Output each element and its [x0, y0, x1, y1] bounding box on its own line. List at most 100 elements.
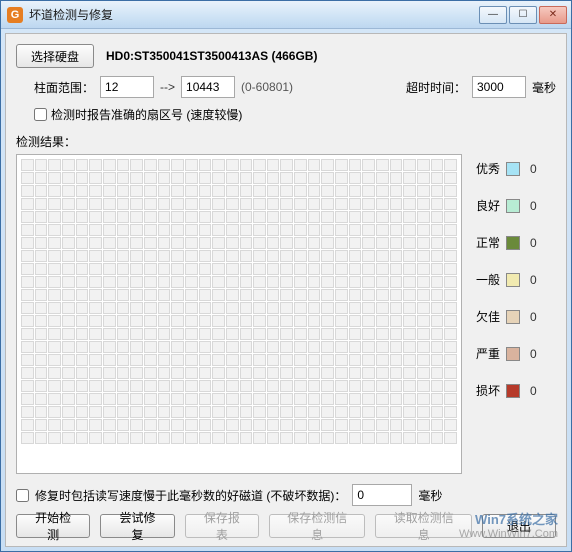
grid-cell: [267, 211, 280, 223]
grid-cell: [240, 406, 253, 418]
grid-cell: [171, 354, 184, 366]
grid-cell: [335, 341, 348, 353]
grid-cell: [308, 315, 321, 327]
window-title: 坏道检测与修复: [29, 6, 479, 23]
grid-cell: [76, 198, 89, 210]
save-report-button[interactable]: 保存报表: [185, 514, 259, 538]
grid-cell: [403, 341, 416, 353]
grid-cell: [35, 393, 48, 405]
grid-cell: [362, 250, 375, 262]
grid-cell: [62, 172, 75, 184]
grid-cell: [21, 276, 34, 288]
grid-cell: [226, 302, 239, 314]
cylinder-to-input[interactable]: [181, 76, 235, 98]
grid-cell: [444, 432, 457, 444]
grid-cell: [199, 354, 212, 366]
grid-cell: [444, 159, 457, 171]
grid-cell: [431, 328, 444, 340]
grid-cell: [226, 419, 239, 431]
grid-cell: [444, 328, 457, 340]
legend-count: 0: [530, 162, 537, 176]
repair-include-checkbox[interactable]: [16, 489, 29, 502]
legend-item: 欠佳0: [476, 308, 556, 325]
grid-cell: [431, 276, 444, 288]
grid-cell: [62, 198, 75, 210]
grid-cell: [335, 367, 348, 379]
legend-name: 正常: [476, 234, 500, 251]
grid-cell: [417, 289, 430, 301]
grid-cell: [390, 367, 403, 379]
grid-cell: [144, 380, 157, 392]
grid-cell: [103, 250, 116, 262]
grid-cell: [48, 341, 61, 353]
exit-button[interactable]: 退出: [482, 514, 556, 538]
grid-cell: [158, 380, 171, 392]
grid-cell: [376, 380, 389, 392]
timeout-input[interactable]: [472, 76, 526, 98]
legend-count: 0: [530, 310, 537, 324]
load-info-button[interactable]: 读取检测信息: [375, 514, 472, 538]
grid-cell: [21, 289, 34, 301]
grid-cell: [390, 159, 403, 171]
grid-cell: [267, 172, 280, 184]
grid-cell: [185, 341, 198, 353]
repair-ms-input[interactable]: [352, 484, 412, 506]
save-info-button[interactable]: 保存检测信息: [269, 514, 366, 538]
grid-cell: [171, 432, 184, 444]
minimize-button[interactable]: —: [479, 6, 507, 24]
grid-cell: [349, 185, 362, 197]
grid-cell: [212, 276, 225, 288]
grid-cell: [294, 328, 307, 340]
grid-cell: [117, 302, 130, 314]
grid-cell: [362, 302, 375, 314]
grid-cell: [417, 315, 430, 327]
grid-cell: [199, 185, 212, 197]
grid-cell: [199, 393, 212, 405]
start-scan-button[interactable]: 开始检测: [16, 514, 90, 538]
grid-cell: [226, 159, 239, 171]
grid-cell: [130, 211, 143, 223]
accurate-sector-checkbox[interactable]: [34, 108, 47, 121]
grid-cell: [321, 185, 334, 197]
grid-cell: [212, 380, 225, 392]
grid-cell: [62, 224, 75, 236]
grid-cell: [171, 237, 184, 249]
grid-cell: [62, 237, 75, 249]
grid-cell: [390, 354, 403, 366]
grid-cell: [35, 237, 48, 249]
grid-cell: [171, 406, 184, 418]
grid-cell: [240, 276, 253, 288]
grid-cell: [199, 276, 212, 288]
grid-cell: [240, 224, 253, 236]
timeout-label: 超时时间：: [406, 79, 466, 96]
grid-cell: [335, 315, 348, 327]
grid-cell: [185, 276, 198, 288]
grid-cell: [294, 354, 307, 366]
grid-cell: [130, 380, 143, 392]
grid-cell: [199, 406, 212, 418]
grid-cell: [103, 224, 116, 236]
grid-cell: [158, 276, 171, 288]
grid-cell: [240, 198, 253, 210]
grid-cell: [76, 393, 89, 405]
cylinder-from-input[interactable]: [100, 76, 154, 98]
grid-cell: [130, 393, 143, 405]
grid-cell: [240, 263, 253, 275]
grid-cell: [158, 419, 171, 431]
close-button[interactable]: ✕: [539, 6, 567, 24]
grid-cell: [185, 315, 198, 327]
grid-cell: [158, 406, 171, 418]
try-repair-button[interactable]: 尝试修复: [100, 514, 174, 538]
grid-cell: [199, 198, 212, 210]
grid-cell: [21, 341, 34, 353]
grid-cell: [144, 302, 157, 314]
accurate-option-row: 检测时报告准确的扇区号 (速度较慢): [16, 106, 556, 123]
title-bar: G 坏道检测与修复 — ☐ ✕: [1, 1, 571, 29]
grid-cell: [35, 159, 48, 171]
grid-cell: [349, 237, 362, 249]
grid-cell: [390, 341, 403, 353]
select-disk-button[interactable]: 选择硬盘: [16, 44, 94, 68]
grid-cell: [362, 315, 375, 327]
maximize-button[interactable]: ☐: [509, 6, 537, 24]
grid-cell: [226, 432, 239, 444]
